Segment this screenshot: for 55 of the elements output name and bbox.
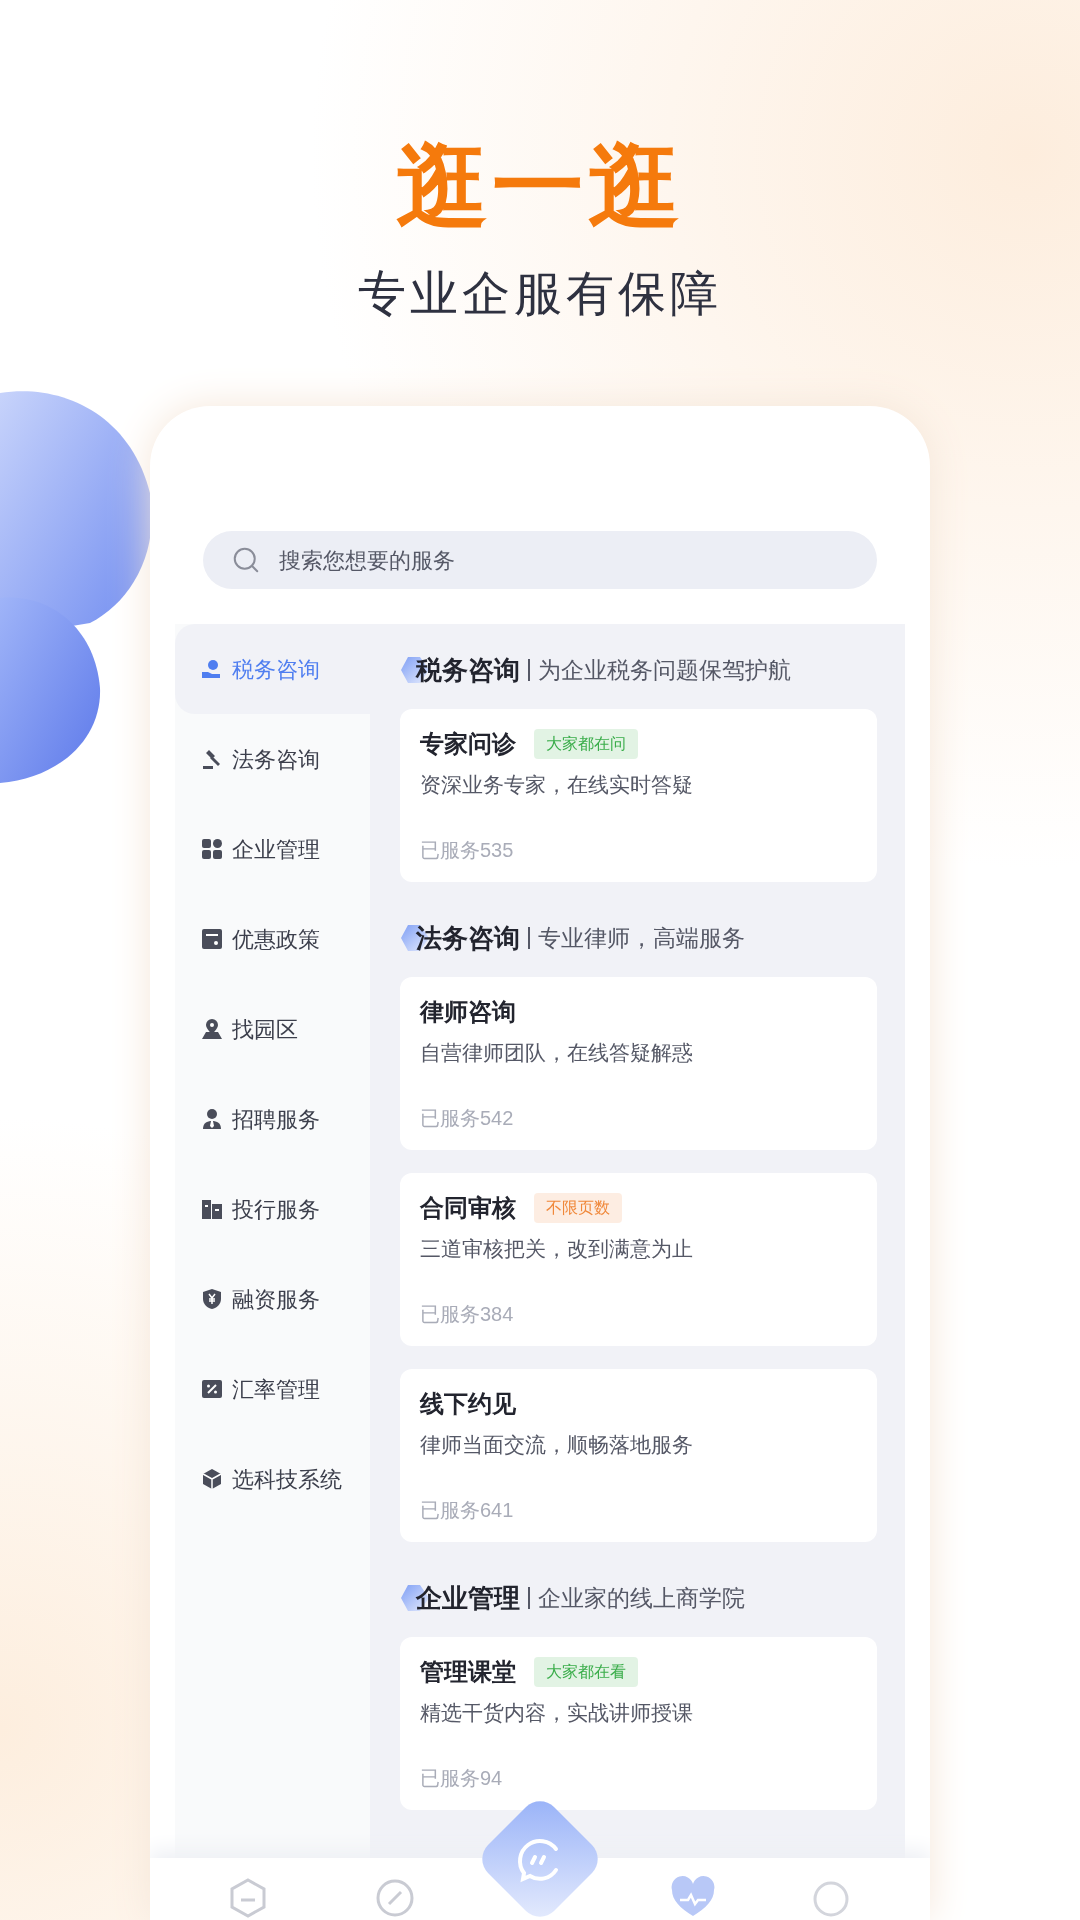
sidebar-item[interactable]: 汇率管理 <box>175 1344 370 1434</box>
section-subtitle: 企业家的线上商学院 <box>538 1583 745 1613</box>
cube-icon <box>200 1467 224 1491</box>
search-icon <box>231 545 261 575</box>
buildings-icon <box>200 1197 224 1221</box>
service-card[interactable]: 专家问诊 大家都在问 资深业务专家，在线实时答疑 已服务535 <box>400 709 877 882</box>
badge-label: 不限页数 <box>534 1193 622 1223</box>
service-description: 自营律师团队，在线答疑解惑 <box>420 1040 694 1066</box>
served-count: 已服务535 <box>420 837 515 863</box>
compass-icon[interactable] <box>375 1878 415 1918</box>
section-title: 税务咨询 <box>416 653 520 687</box>
section-title: 企业管理 <box>416 1581 520 1615</box>
service-description: 三道审核把关，改到满意为止 <box>420 1236 694 1262</box>
service-description: 资深业务专家，在线实时答疑 <box>420 772 694 798</box>
heart-pulse-icon[interactable] <box>670 1876 716 1918</box>
service-description: 精选干货内容，实战讲师授课 <box>420 1700 694 1726</box>
grid-icon <box>200 837 224 861</box>
service-description: 律师当面交流，顺畅落地服务 <box>420 1432 694 1458</box>
service-title: 律师咨询 <box>420 997 516 1027</box>
search-bar[interactable]: 搜索您想要的服务 <box>203 531 877 589</box>
sidebar-item[interactable]: 企业管理 <box>175 804 370 894</box>
chat-button[interactable] <box>482 1801 598 1917</box>
service-title: 合同审核 <box>420 1193 516 1223</box>
sidebar-item[interactable]: 投行服务 <box>175 1164 370 1254</box>
subtitle: 专业企服有保障 <box>358 270 722 318</box>
person-tie-icon <box>200 1107 224 1131</box>
sidebar-item[interactable]: 优惠政策 <box>175 894 370 984</box>
sidebar-item[interactable]: 融资服务 <box>175 1254 370 1344</box>
section-title: 法务咨询 <box>416 921 520 955</box>
service-title: 线下约见 <box>420 1389 516 1419</box>
section-subtitle: 为企业税务问题保驾护航 <box>538 655 791 685</box>
badge-label: 大家都在问 <box>534 729 638 759</box>
section-subtitle: 专业律师，高端服务 <box>538 923 745 953</box>
badge-label: 大家都在看 <box>534 1657 638 1687</box>
hexagon-icon[interactable] <box>229 1878 267 1918</box>
service-title: 专家问诊 <box>420 729 516 759</box>
sidebar-item[interactable]: 选科技系统 <box>175 1434 370 1524</box>
sidebar-item[interactable]: 找园区 <box>175 984 370 1074</box>
circle-icon[interactable] <box>812 1880 850 1918</box>
search-field[interactable]: 搜索您想要的服务 <box>279 543 849 577</box>
service-card[interactable]: 律师咨询 自营律师团队，在线答疑解惑 已服务542 <box>400 977 877 1150</box>
service-card[interactable]: 管理课堂 大家都在看 精选干货内容，实战讲师授课 已服务94 <box>400 1637 877 1810</box>
service-card[interactable]: 合同审核 不限页数 三道审核把关，改到满意为止 已服务384 <box>400 1173 877 1346</box>
sidebar-item[interactable]: 招聘服务 <box>175 1074 370 1164</box>
shield-yen-icon <box>200 1287 224 1311</box>
served-count: 已服务384 <box>420 1301 515 1327</box>
sidebar-item[interactable]: 法务咨询 <box>175 714 370 804</box>
service-title: 管理课堂 <box>420 1657 516 1687</box>
headline: 逛一逛 <box>396 140 684 232</box>
map-pin-icon <box>200 1017 224 1041</box>
served-count: 已服务641 <box>420 1497 515 1523</box>
service-card[interactable]: 线下约见 律师当面交流，顺畅落地服务 已服务641 <box>400 1369 877 1542</box>
percent-icon <box>200 1377 224 1401</box>
served-count: 已服务542 <box>420 1105 515 1131</box>
served-count: 已服务94 <box>420 1765 504 1791</box>
